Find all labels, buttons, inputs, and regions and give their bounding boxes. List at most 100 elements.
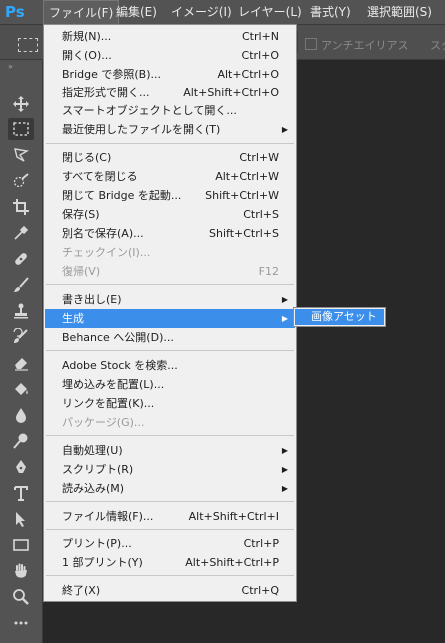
menu-item-check-in: チェックイン(I)...	[45, 243, 295, 262]
menu-item-open[interactable]: 開く(O)... Ctrl+O	[45, 46, 295, 65]
menu-item-shortcut: F12	[258, 265, 279, 278]
menu-item-open-smart-object[interactable]: スマートオブジェクトとして開く...	[45, 101, 295, 120]
hand-tool-icon[interactable]	[8, 560, 34, 582]
menu-item-new[interactable]: 新規(N)... Ctrl+N	[45, 27, 295, 46]
menu-item-shortcut: Alt+Ctrl+W	[215, 170, 279, 183]
submenu-item-image-assets[interactable]: 画像アセット	[295, 309, 384, 325]
paint-bucket-tool-icon[interactable]	[8, 378, 34, 400]
menu-file[interactable]: ファイル(F)	[43, 0, 120, 24]
menu-item-open-as[interactable]: 指定形式で開く... Alt+Shift+Ctrl+O	[45, 83, 295, 102]
eraser-tool-icon[interactable]	[8, 352, 34, 374]
menu-item-label: 終了(X)	[62, 584, 101, 597]
menu-item-label: 生成	[62, 312, 84, 325]
menu-item-label: 閉じる(C)	[62, 151, 112, 164]
menu-edit[interactable]: 編集(E)	[111, 0, 162, 24]
menu-item-label: 開く(O)...	[62, 49, 112, 62]
menu-separator	[46, 501, 294, 502]
menu-item-shortcut: Ctrl+W	[239, 151, 279, 164]
menu-item-label: パッケージ(G)...	[62, 416, 145, 429]
menu-item-label: 読み込み(M)	[62, 482, 125, 495]
menu-item-save-as[interactable]: 別名で保存(A)... Shift+Ctrl+S	[45, 224, 295, 243]
menu-item-shortcut: Ctrl+Q	[241, 584, 279, 597]
marquee-tool-icon[interactable]	[8, 118, 34, 140]
menu-item-place-linked[interactable]: リンクを配置(K)...	[45, 394, 295, 413]
menu-bar: Ps ファイル(F) 編集(E) イメージ(I) レイヤー(L) 書式(Y) 選…	[0, 0, 445, 25]
zoom-tool-icon[interactable]	[8, 586, 34, 608]
menu-item-share-behance[interactable]: Behance へ公開(D)...	[45, 328, 295, 347]
tools-panel: »	[0, 60, 43, 643]
menu-item-shortcut: Ctrl+N	[241, 30, 279, 43]
menu-item-automate[interactable]: 自動処理(U) ▶	[45, 441, 295, 460]
options-divider	[297, 31, 298, 53]
collapse-icon[interactable]: »	[8, 62, 14, 71]
menu-item-shortcut: Alt+Ctrl+O	[217, 68, 279, 81]
brush-tool-icon[interactable]	[8, 274, 34, 296]
menu-separator	[46, 143, 294, 144]
menu-item-exit[interactable]: 終了(X) Ctrl+Q	[45, 581, 295, 600]
menu-item-label: すべてを閉じる	[62, 170, 138, 183]
menu-item-close-all[interactable]: すべてを閉じる Alt+Ctrl+W	[45, 167, 295, 186]
pen-tool-icon[interactable]	[8, 456, 34, 478]
file-menu-dropdown: 新規(N)... Ctrl+N 開く(O)... Ctrl+O Bridge で参照…	[43, 24, 297, 602]
menu-separator	[46, 575, 294, 576]
menu-item-shortcut: Ctrl+O	[241, 49, 279, 62]
menu-item-place-embedded[interactable]: 埋め込みを配置(L)...	[45, 375, 295, 394]
checkbox-icon	[305, 38, 317, 50]
menu-item-label: 書き出し(E)	[62, 293, 122, 306]
menu-item-close-and-go-bridge[interactable]: 閉じて Bridge を起動... Shift+Ctrl+W	[45, 186, 295, 205]
menu-item-file-info[interactable]: ファイル情報(F)... Alt+Shift+Ctrl+I	[45, 507, 295, 526]
menu-type[interactable]: 書式(Y)	[305, 0, 356, 24]
more-tools-icon[interactable]	[8, 612, 34, 634]
menu-layer[interactable]: レイヤー(L)	[233, 0, 307, 24]
menu-item-shortcut: Alt+Shift+Ctrl+O	[183, 86, 279, 99]
menu-item-shortcut: Alt+Shift+Ctrl+I	[188, 510, 279, 523]
menu-item-label: Behance へ公開(D)...	[62, 331, 174, 344]
menu-item-browse-bridge[interactable]: Bridge で参照(B)... Alt+Ctrl+O	[45, 65, 295, 84]
history-brush-tool-icon[interactable]	[8, 326, 34, 348]
menu-item-label: 最近使用したファイルを開く(T)	[62, 123, 221, 136]
menu-item-export[interactable]: 書き出し(E) ▶	[45, 290, 295, 309]
menu-item-revert: 復帰(V) F12	[45, 262, 295, 281]
antialias-checkbox[interactable]: アンチエイリアス	[305, 37, 409, 53]
clone-stamp-tool-icon[interactable]	[8, 300, 34, 322]
path-select-tool-icon[interactable]	[8, 508, 34, 530]
move-tool-icon[interactable]	[8, 93, 34, 115]
menu-item-label: ファイル情報(F)...	[62, 510, 154, 523]
dodge-tool-icon[interactable]	[8, 430, 34, 452]
menu-separator	[46, 529, 294, 530]
menu-item-label: 埋め込みを配置(L)...	[62, 378, 165, 391]
menu-item-open-recent[interactable]: 最近使用したファイルを開く(T) ▶	[45, 120, 295, 139]
menu-item-shortcut: Ctrl+P	[243, 537, 279, 550]
submenu-arrow-icon: ▶	[281, 125, 288, 134]
generate-submenu: 画像アセット	[293, 307, 386, 327]
menu-item-generate[interactable]: 生成 ▶	[45, 309, 295, 328]
submenu-arrow-icon: ▶	[281, 446, 288, 455]
menu-item-print-one-copy[interactable]: 1 部プリント(Y) Alt+Shift+Ctrl+P	[45, 553, 295, 572]
quick-select-tool-icon[interactable]	[8, 170, 34, 192]
healing-brush-tool-icon[interactable]	[8, 248, 34, 270]
menu-select[interactable]: 選択範囲(S)	[362, 0, 437, 24]
type-tool-icon[interactable]	[8, 482, 34, 504]
menu-item-shortcut: Shift+Ctrl+W	[205, 189, 279, 202]
submenu-arrow-icon: ▶	[281, 465, 288, 474]
menu-item-close[interactable]: 閉じる(C) Ctrl+W	[45, 148, 295, 167]
menu-item-scripts[interactable]: スクリプト(R) ▶	[45, 460, 295, 479]
style-label[interactable]: スタ	[430, 37, 445, 53]
menu-item-import[interactable]: 読み込み(M) ▶	[45, 479, 295, 498]
lasso-tool-icon[interactable]	[8, 144, 34, 166]
menu-item-save[interactable]: 保存(S) Ctrl+S	[45, 205, 295, 224]
blur-tool-icon[interactable]	[8, 404, 34, 426]
menu-item-label: スマートオブジェクトとして開く...	[62, 104, 237, 117]
rectangle-tool-icon[interactable]	[8, 534, 34, 556]
marquee-preset-icon[interactable]	[18, 38, 38, 52]
menu-item-print[interactable]: プリント(P)... Ctrl+P	[45, 534, 295, 553]
menu-separator	[46, 435, 294, 436]
menu-item-label: チェックイン(I)...	[62, 246, 151, 259]
eyedropper-tool-icon[interactable]	[8, 222, 34, 244]
submenu-arrow-icon: ▶	[281, 295, 288, 304]
menu-item-label: 自動処理(U)	[62, 444, 123, 457]
menu-item-label: 指定形式で開く...	[62, 86, 150, 99]
menu-item-search-adobe-stock[interactable]: Adobe Stock を検索...	[45, 356, 295, 375]
menu-image[interactable]: イメージ(I)	[166, 0, 237, 24]
crop-tool-icon[interactable]	[8, 196, 34, 218]
